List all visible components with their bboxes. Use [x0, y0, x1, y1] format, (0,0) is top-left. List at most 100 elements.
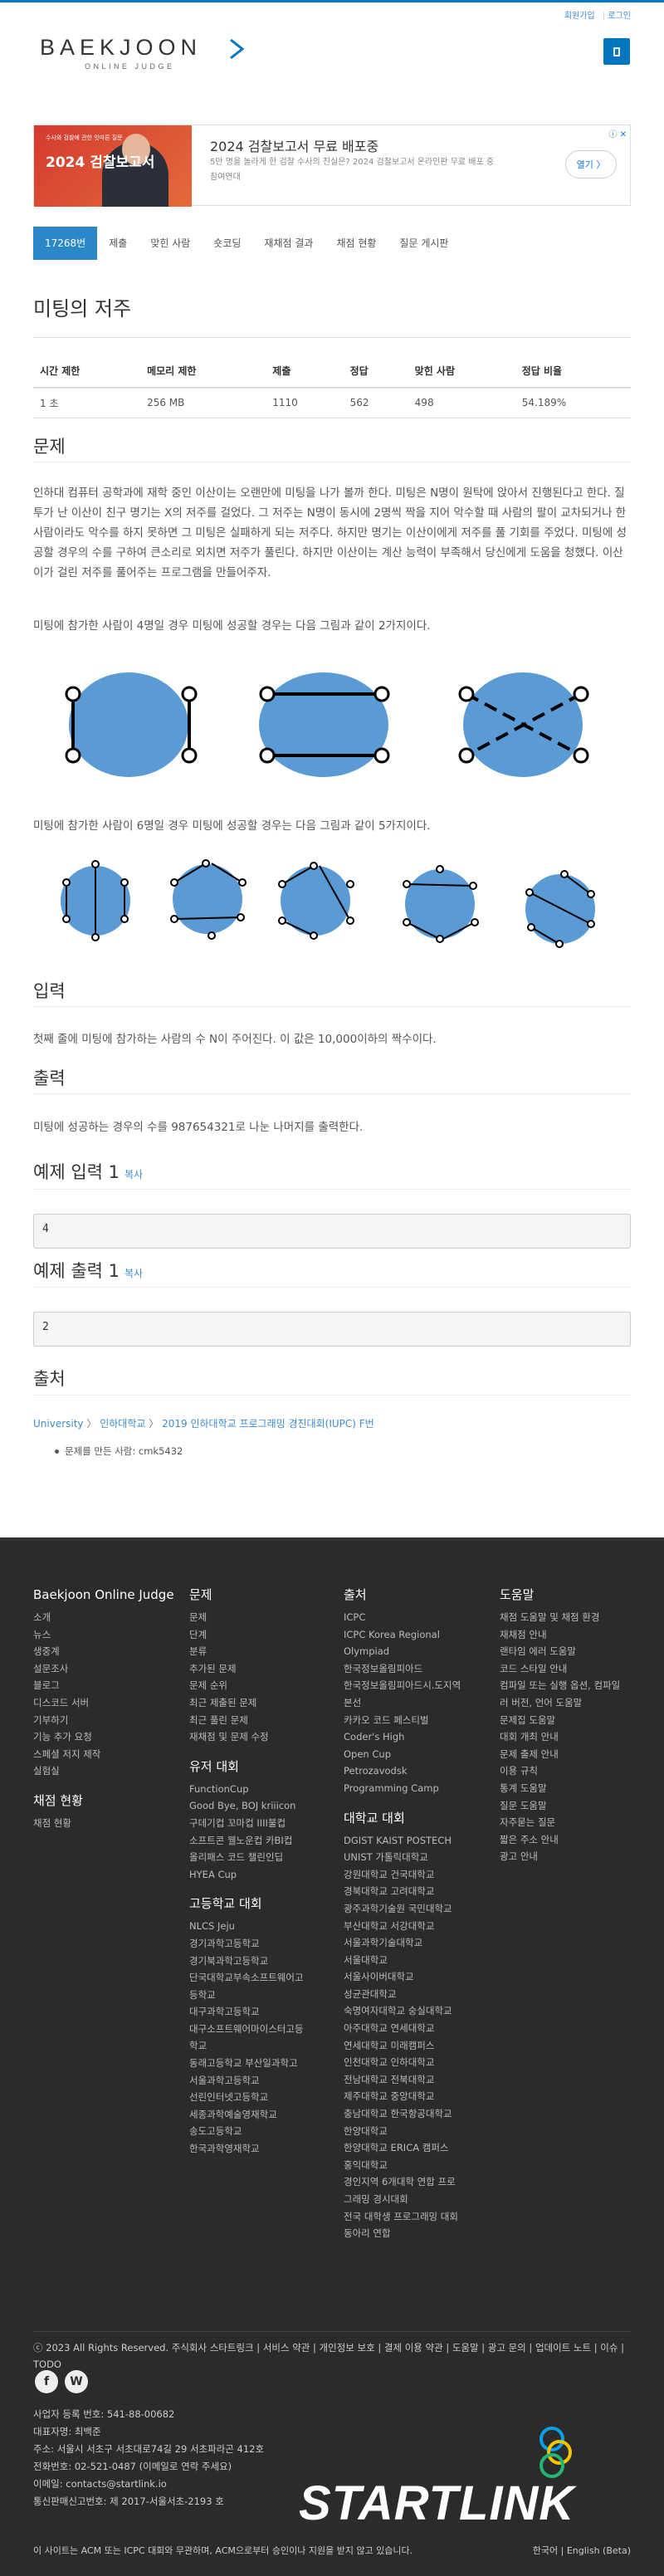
footer-link[interactable]: 한양대학교 ERICA 캠퍼스	[344, 2139, 493, 2157]
footer-link[interactable]: 짧은 주소 안내	[500, 1831, 632, 1849]
footer-link[interactable]: 경기북과학고등학교	[189, 1953, 339, 1970]
footer-link[interactable]: 블로그	[33, 1677, 183, 1694]
footer-link[interactable]: 최근 제출된 문제	[189, 1694, 339, 1712]
footer-link[interactable]: 선린인터넷고등학교	[189, 2089, 339, 2106]
footer-link[interactable]: 질문 도움말	[500, 1797, 632, 1815]
footer-link[interactable]: 본선	[344, 1694, 493, 1712]
footer-link[interactable]: 추가된 문제	[189, 1660, 339, 1678]
sample-input-box[interactable]: 4	[33, 1214, 631, 1249]
footer-link[interactable]: 대구과학고등학교	[189, 2003, 339, 2021]
footer-link[interactable]: 대회 개최 안내	[500, 1728, 632, 1746]
footer-link[interactable]: 부산대학교 서강대학교	[344, 1918, 493, 1935]
footer-link[interactable]: 통계 도움말	[500, 1780, 632, 1797]
footer-link[interactable]: 제주대학교 중앙대학교	[344, 2088, 493, 2105]
wordpress-icon[interactable]: W	[65, 2370, 88, 2393]
footer-link[interactable]: Petrozavodsk	[344, 1762, 493, 1780]
footer-link[interactable]: ICPC	[344, 1609, 493, 1626]
copy-sample-output-button[interactable]: 복사	[124, 1268, 143, 1279]
footer-link[interactable]: 러 버전, 언어 도움말	[500, 1694, 632, 1712]
tab-submit[interactable]: 제출	[97, 227, 139, 260]
advertisement-banner[interactable]: 수사와 검찰에 관한 잇따른 질문 2024 검찰보고서 2024 검찰보고서 …	[33, 125, 631, 207]
startlink-logo[interactable]: STARTLINK	[299, 2424, 631, 2532]
footer-link[interactable]: 한국정보올림피아드시.도지역	[344, 1677, 493, 1694]
footer-link[interactable]: 서울과학고등학교	[189, 2072, 339, 2090]
tab-solvers[interactable]: 맞힌 사람	[139, 227, 202, 260]
footer-link[interactable]: 문제 순위	[189, 1677, 339, 1694]
footer-link[interactable]: 한국정보올림피아드	[344, 1660, 493, 1678]
language-switch[interactable]: 한국어 | English (Beta)	[533, 2544, 631, 2557]
tab-rejudge[interactable]: 재채점 결과	[252, 227, 325, 260]
tab-status[interactable]: 채점 현황	[325, 227, 388, 260]
footer-link[interactable]: 충남대학교 한국항공대학교	[344, 2105, 493, 2123]
footer-link[interactable]: 강원대학교 건국대학교	[344, 1866, 493, 1884]
footer-link[interactable]: 코드 스타일 안내	[500, 1660, 632, 1678]
footer-link[interactable]: 홍익대학교	[344, 2157, 493, 2174]
footer-link[interactable]: 설문조사	[33, 1660, 183, 1678]
footer-link[interactable]: 송도고등학교	[189, 2123, 339, 2140]
footer-link[interactable]: 경인지역 6개대학 연합 프로	[344, 2173, 493, 2191]
footer-link[interactable]: 재채점 및 문제 수정	[189, 1728, 339, 1746]
footer-link[interactable]: 연세대학교 미래캠퍼스	[344, 2037, 493, 2055]
footer-link[interactable]: 구데기컵 꼬마컵 IIII불컵	[189, 1815, 339, 1832]
footer-link[interactable]: 실험실	[33, 1762, 183, 1780]
footer-link[interactable]: HYEA Cup	[189, 1866, 339, 1884]
footer-link[interactable]: 스페셜 저지 제작	[33, 1746, 183, 1763]
footer-link[interactable]: 문제 출제 안내	[500, 1746, 632, 1763]
footer-link[interactable]: 이용 규칙	[500, 1762, 632, 1780]
footer-link[interactable]: Programming Camp	[344, 1780, 493, 1797]
footer-link[interactable]: 전국 대학생 프로그래밍 대회	[344, 2208, 493, 2226]
footer-link[interactable]: 서울사이버대학교	[344, 1968, 493, 1986]
ad-title[interactable]: 2024 검찰보고서 무료 배포중	[210, 135, 378, 155]
source-link-contest[interactable]: 2019 인하대학교 프로그래밍 경진대회(IUPC) F번	[162, 1418, 374, 1430]
footer-link[interactable]: 인천대학교 인하대학교	[344, 2054, 493, 2071]
footer-link[interactable]: 전남대학교 전북대학교	[344, 2071, 493, 2089]
footer-link[interactable]: 한양대학교	[344, 2123, 493, 2140]
footer-link[interactable]: ICPC Korea Regional	[344, 1626, 493, 1644]
footer-link[interactable]: 카카오 코드 페스티벌	[344, 1712, 493, 1729]
tab-board[interactable]: 질문 게시판	[388, 227, 460, 260]
footer-link[interactable]: 디스코드 서버	[33, 1694, 183, 1712]
footer-link[interactable]: 생중계	[33, 1643, 183, 1660]
footer-bottom-links[interactable]: ⓒ 2023 All Rights Reserved. 주식회사 스타트링크 |…	[33, 2339, 631, 2373]
footer-link[interactable]: 올리패스 코드 챌린인딥	[189, 1849, 339, 1866]
footer-link[interactable]: 동래고등학교 부산일과학고	[189, 2055, 339, 2072]
footer-link[interactable]: 아주대학교 연세대학교	[344, 2020, 493, 2037]
footer-link[interactable]: 등학교	[189, 1987, 339, 2004]
footer-link[interactable]: 학교	[189, 2037, 339, 2055]
source-link-university[interactable]: University	[33, 1418, 84, 1430]
footer-link[interactable]: 문제	[189, 1609, 339, 1626]
sample-output-box[interactable]: 2	[33, 1312, 631, 1347]
footer-link[interactable]: UNIST 가톨릭대학교	[344, 1849, 493, 1866]
footer-link[interactable]: 소개	[33, 1609, 183, 1626]
footer-link[interactable]: 컴파일 또는 실행 옵션, 컴파일	[500, 1677, 632, 1694]
ad-info-icon[interactable]: ⓘ ✕	[608, 127, 627, 139]
footer-link[interactable]: NLCS Jeju	[189, 1918, 339, 1935]
footer-link[interactable]: 분류	[189, 1643, 339, 1660]
ad-open-button[interactable]: 열기 〉	[565, 150, 617, 178]
baekjoon-logo[interactable]: BAEKJOON ONLINE JUDGE	[40, 35, 247, 76]
footer-link[interactable]: 성균관대학교	[344, 1986, 493, 2003]
facebook-icon[interactable]: f	[35, 2370, 58, 2393]
footer-link[interactable]: 숙명여자대학교 숭실대학교	[344, 2002, 493, 2020]
footer-link[interactable]: 랜타임 에러 도움말	[500, 1643, 632, 1660]
footer-link[interactable]: Olympiad	[344, 1643, 493, 1660]
footer-link[interactable]: 뉴스	[33, 1626, 183, 1644]
source-link-inha[interactable]: 인하대학교	[100, 1418, 145, 1430]
footer-link[interactable]: 자주묻는 질문	[500, 1814, 632, 1831]
footer-link[interactable]: 단계	[189, 1626, 339, 1644]
footer-link[interactable]: 그래밍 경시대회	[344, 2191, 493, 2208]
footer-link[interactable]: 경기과학고등학교	[189, 1935, 339, 1953]
footer-link[interactable]: 최근 풀린 문제	[189, 1712, 339, 1729]
footer-link[interactable]: 단국대학교부속소프트웨어고	[189, 1969, 339, 1987]
footer-link[interactable]: 동아리 연합	[344, 2225, 493, 2242]
login-link[interactable]: 로그인	[608, 12, 631, 21]
tab-short-coding[interactable]: 숏코딩	[202, 227, 252, 260]
footer-link[interactable]: Coder's High	[344, 1728, 493, 1746]
footer-link[interactable]: 채점 현황	[33, 1815, 183, 1832]
footer-link[interactable]: DGIST KAIST POSTECH	[344, 1832, 493, 1850]
footer-link[interactable]: 소프트콘 웰노운컵 카BI컵	[189, 1832, 339, 1850]
footer-link[interactable]: Good Bye, BOJ kriiicon	[189, 1797, 339, 1815]
tab-problem[interactable]: 17268번	[33, 227, 98, 260]
signup-link[interactable]: 회원가입	[564, 12, 595, 21]
footer-link[interactable]: 기능 추가 요청	[33, 1728, 183, 1746]
